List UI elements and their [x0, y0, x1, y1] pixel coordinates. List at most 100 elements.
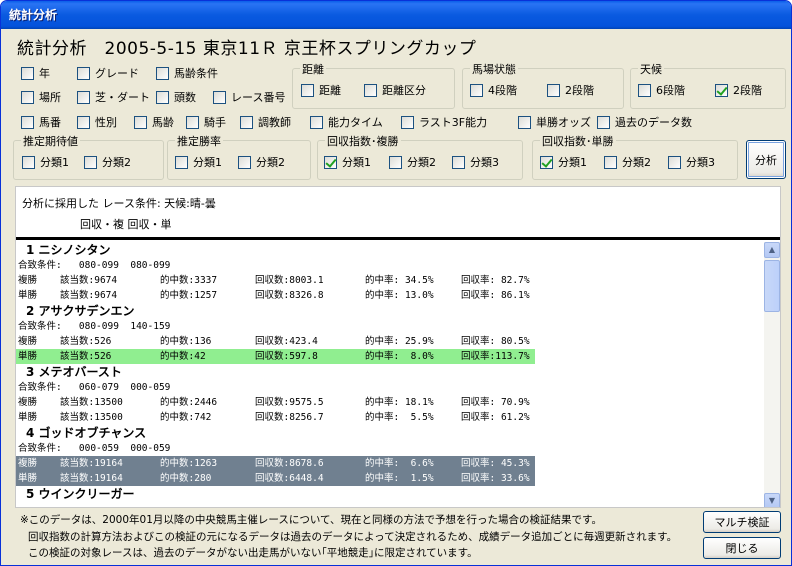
- cell-hitrate: 的中率: 1.5%: [365, 473, 434, 484]
- note-line-2: 回収指数の計算方法およびこの検証の元になるデータは過去のデータによって決定される…: [28, 531, 678, 543]
- checkbox-expect-class2[interactable]: 分類2: [84, 154, 131, 170]
- checkbox-box[interactable]: [21, 115, 34, 129]
- cell-recov: 回収数:9575.5: [255, 397, 324, 408]
- checkbox-box[interactable]: [518, 115, 531, 129]
- checkbox-box[interactable]: [22, 155, 35, 169]
- checkbox-box[interactable]: [638, 83, 651, 97]
- checkbox-past-data-count[interactable]: 過去のデータ数: [597, 114, 692, 130]
- checkbox-box[interactable]: [452, 155, 465, 169]
- checkbox-head-count[interactable]: 頭数: [156, 89, 196, 105]
- checkbox-grade[interactable]: グレード: [77, 65, 139, 81]
- cell-hitrate: 的中率: 5.5%: [365, 412, 434, 423]
- cell-type: 単勝: [18, 412, 38, 423]
- checkbox-box[interactable]: [715, 83, 728, 97]
- result-list[interactable]: 1 ニシノシタン 合致条件: 080-099 080-099 複勝 該当数:9674 的…: [16, 242, 766, 507]
- result-row[interactable]: 単勝 該当数:13500 的中数:742 回収数:8256.7 的中率: 5.5% 回収率…: [16, 410, 535, 425]
- checkbox-box[interactable]: [301, 83, 314, 97]
- checkbox-expect-class1[interactable]: 分類1: [22, 154, 69, 170]
- checkbox-recov-win-class3[interactable]: 分類3: [668, 154, 715, 170]
- cell-count: 該当数:19164: [60, 473, 123, 484]
- checkbox-jockey[interactable]: 騎手: [186, 114, 226, 130]
- checkbox-box[interactable]: [156, 66, 169, 80]
- checkbox-box[interactable]: [310, 115, 323, 129]
- checkbox-horse-number[interactable]: 馬番: [21, 114, 61, 130]
- scroll-down-icon[interactable]: ▼: [764, 493, 780, 507]
- checkbox-box[interactable]: [389, 155, 402, 169]
- cell-hits: 的中数:42: [160, 351, 206, 362]
- checkbox-box[interactable]: [597, 115, 610, 129]
- checkbox-box[interactable]: [240, 115, 253, 129]
- checkbox-box[interactable]: [324, 155, 337, 169]
- checkbox-surface[interactable]: 芝・ダート: [77, 89, 150, 105]
- result-row[interactable]: 複勝 該当数:9674 的中数:3337 回収数:8003.1 的中率: 34.5% 回収…: [16, 273, 535, 288]
- checkbox-race-number[interactable]: レース番号: [213, 89, 285, 105]
- cell-type: 複勝: [18, 397, 38, 408]
- checkbox-trainer[interactable]: 調教師: [240, 114, 291, 130]
- checkbox-box[interactable]: [21, 90, 34, 104]
- checkbox-ability-time[interactable]: 能力タイム: [310, 114, 383, 130]
- analyze-button[interactable]: 分析: [746, 140, 786, 179]
- title-bar: 統計分析: [1, 1, 791, 29]
- checkbox-year[interactable]: 年: [21, 65, 50, 81]
- checkbox-weather-2[interactable]: 2段階: [715, 82, 762, 98]
- checkbox-recov-win-class2[interactable]: 分類2: [604, 154, 651, 170]
- cell-count: 該当数:9674: [60, 275, 118, 286]
- checkbox-track-4[interactable]: 4段階: [470, 82, 517, 98]
- checkbox-last-3f[interactable]: ラスト3F能力: [401, 114, 487, 130]
- checkbox-box[interactable]: [156, 90, 169, 104]
- checkbox-sex[interactable]: 性別: [77, 114, 117, 130]
- group-track-condition: 馬場状態 4段階 2段階: [462, 61, 624, 109]
- checkbox-winrate-class1[interactable]: 分類1: [175, 154, 222, 170]
- checkbox-weather-6[interactable]: 6段階: [638, 82, 685, 98]
- checkbox-box[interactable]: [77, 115, 90, 129]
- group-recovery-place: 回収指数･複勝 分類1 分類2 分類3: [317, 133, 523, 180]
- checkbox-box[interactable]: [175, 155, 188, 169]
- checkbox-winrate-class2[interactable]: 分類2: [238, 154, 285, 170]
- result-row[interactable]: 単勝 該当数:9674 的中数:1257 回収数:8326.8 的中率: 13.0% 回収…: [16, 288, 535, 303]
- checkbox-box[interactable]: [540, 155, 553, 169]
- checkbox-recov-place-class3[interactable]: 分類3: [452, 154, 499, 170]
- cell-recov: 回収数:597.8: [255, 351, 318, 362]
- checkbox-box[interactable]: [77, 90, 90, 104]
- separator-line: [16, 237, 780, 240]
- checkbox-box[interactable]: [77, 66, 90, 80]
- checkbox-track-2[interactable]: 2段階: [547, 82, 594, 98]
- checkbox-box[interactable]: [186, 115, 199, 129]
- result-row[interactable]: 複勝 該当数:13500 的中数:2446 回収数:9575.5 的中率: 18.1% 回…: [16, 395, 535, 410]
- result-row[interactable]: 単勝 該当数:526 的中数:42 回収数:597.8 的中率: 8.0% 回収率:113…: [16, 349, 535, 364]
- checkbox-distance-category[interactable]: 距離区分: [364, 82, 426, 98]
- result-row[interactable]: 複勝 該当数:19164 的中数:1263 回収数:8678.6 的中率: 6.6% 回収…: [16, 456, 535, 471]
- note-line-1: ※このデータは、2000年01月以降の中央競馬主催レースについて、現在と同様の方…: [20, 514, 602, 526]
- checkbox-box[interactable]: [213, 90, 226, 104]
- checkbox-box[interactable]: [470, 83, 483, 97]
- result-row[interactable]: 複勝 該当数:526 的中数:136 回収数:423.4 的中率: 25.9% 回収率: …: [16, 334, 535, 349]
- checkbox-win-odds[interactable]: 単勝オッズ: [518, 114, 591, 130]
- vertical-scrollbar[interactable]: ▲ ▼: [764, 242, 780, 507]
- checkbox-box[interactable]: [401, 115, 414, 129]
- checkbox-box[interactable]: [547, 83, 560, 97]
- result-row[interactable]: 単勝 該当数:19164 的中数:280 回収数:6448.4 的中率: 1.5% 回収率…: [16, 471, 535, 486]
- checkbox-distance[interactable]: 距離: [301, 82, 341, 98]
- close-button[interactable]: 閉じる: [703, 537, 781, 559]
- multi-verify-button[interactable]: マルチ検証: [703, 511, 781, 533]
- checkbox-box[interactable]: [84, 155, 97, 169]
- checkbox-recov-place-class2[interactable]: 分類2: [389, 154, 436, 170]
- checkbox-box[interactable]: [134, 115, 147, 129]
- checkbox-recov-win-class1[interactable]: 分類1: [540, 154, 587, 170]
- checkbox-recov-place-class1[interactable]: 分類1: [324, 154, 371, 170]
- checkbox-box[interactable]: [364, 83, 377, 97]
- scroll-thumb[interactable]: [764, 260, 780, 312]
- checkbox-place[interactable]: 場所: [21, 89, 61, 105]
- scroll-up-icon[interactable]: ▲: [764, 242, 780, 258]
- checkbox-horse-age[interactable]: 馬齢: [134, 114, 174, 130]
- cell-hitrate: 的中率: 13.0%: [365, 290, 434, 301]
- checkbox-box[interactable]: [604, 155, 617, 169]
- cell-recov: 回収数:8326.8: [255, 290, 324, 301]
- cell-hits: 的中数:3337: [160, 275, 218, 286]
- checkbox-box[interactable]: [21, 66, 34, 80]
- checkbox-box[interactable]: [238, 155, 251, 169]
- checkbox-box[interactable]: [668, 155, 681, 169]
- checkbox-age-condition[interactable]: 馬齢条件: [156, 65, 218, 81]
- entry-title: 2 アサクサデンエン: [26, 304, 135, 318]
- cell-rate: 回収率: 82.7%: [461, 275, 530, 286]
